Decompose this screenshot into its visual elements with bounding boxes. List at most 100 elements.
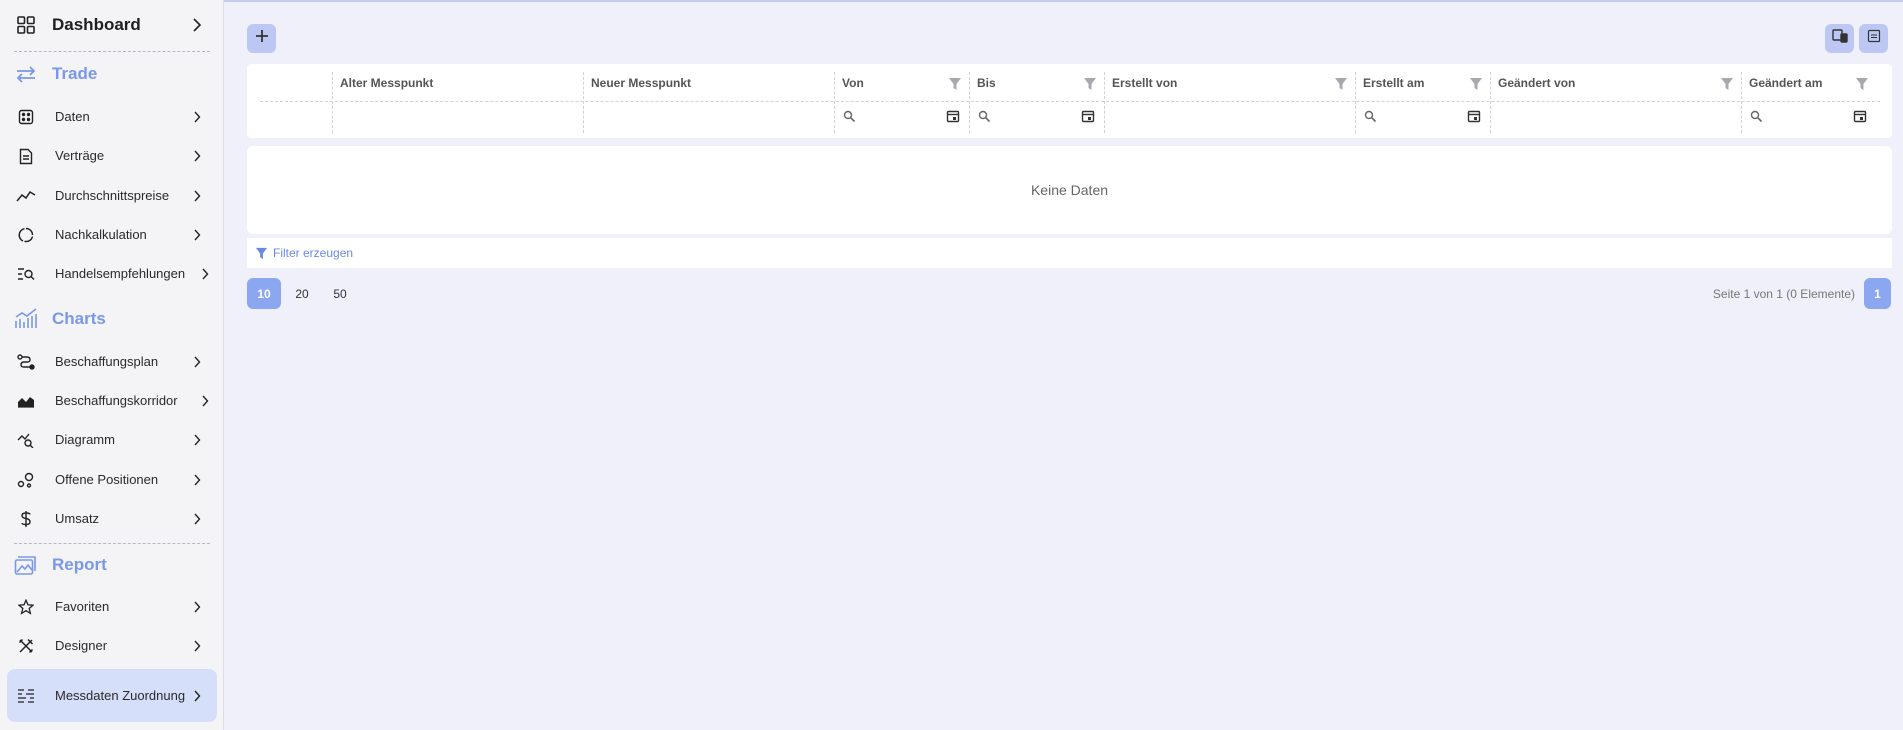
export-button[interactable]: [1825, 24, 1854, 53]
sidebar-item-umsatz[interactable]: Umsatz: [7, 507, 217, 531]
data-grid-icon: [14, 105, 38, 129]
chevron-right-icon: [189, 227, 205, 243]
filter-builder-bar[interactable]: Filter erzeugen: [247, 238, 1892, 268]
sidebar-item-label: Verträge: [55, 148, 105, 163]
sidebar-item-vertraege[interactable]: Verträge: [7, 144, 217, 168]
chevron-right-icon: [189, 688, 205, 704]
data-grid-header: Alter Messpunkt Neuer Messpunkt Von Bis …: [247, 64, 1892, 138]
funnel-icon[interactable]: [1334, 77, 1348, 91]
search-icon[interactable]: [1364, 110, 1377, 123]
page-1-button[interactable]: 1: [1864, 278, 1891, 309]
arrows-exchange-icon: [14, 62, 38, 86]
sidebar-item-handelsempfehlungen[interactable]: Handelsempfehlungen: [7, 262, 217, 286]
column-header-label: Geändert am: [1749, 75, 1823, 90]
column-header-label: Geändert von: [1498, 75, 1576, 90]
sidebar-item-diagramm[interactable]: Diagramm: [7, 428, 217, 452]
page-size-10[interactable]: 10: [247, 278, 281, 309]
page-size-label: 10: [257, 286, 271, 301]
chevron-right-icon: [197, 266, 213, 282]
column-header-label: Erstellt von: [1112, 75, 1178, 90]
page-size-50[interactable]: 50: [324, 278, 356, 309]
funnel-icon[interactable]: [948, 77, 962, 91]
star-icon: [14, 595, 38, 619]
column-header-label: Alter Messpunkt: [340, 75, 434, 90]
chevron-right-icon: [189, 109, 205, 125]
sidebar-item-dashboard[interactable]: Dashboard: [7, 12, 217, 38]
page-size-20[interactable]: 20: [286, 278, 318, 309]
sidebar-item-beschaffungskorridor[interactable]: Beschaffungskorridor: [7, 389, 217, 413]
search-icon[interactable]: [1750, 110, 1763, 123]
calendar-icon[interactable]: [1467, 109, 1481, 123]
sidebar-item-label: Umsatz: [55, 511, 100, 526]
column-header-alter-messpunkt[interactable]: Alter Messpunkt: [333, 64, 583, 101]
sidebar-item-daten[interactable]: Daten: [7, 105, 217, 129]
funnel-icon[interactable]: [1469, 77, 1483, 91]
column-header-label: Von: [842, 75, 864, 90]
chevron-right-icon: [189, 511, 205, 527]
page-size-label: 20: [295, 286, 309, 301]
calendar-icon[interactable]: [946, 109, 960, 123]
column-header-erstellt-von[interactable]: Erstellt von: [1105, 64, 1355, 101]
sidebar-section-report[interactable]: Report: [7, 551, 217, 579]
chevron-right-icon: [189, 432, 205, 448]
add-button[interactable]: [247, 24, 276, 53]
sidebar-item-label: Daten: [55, 109, 90, 124]
column-header-neuer-messpunkt[interactable]: Neuer Messpunkt: [584, 64, 834, 101]
area-chart-icon: [14, 389, 38, 413]
sidebar-item-designer[interactable]: Designer: [7, 634, 217, 658]
chevron-right-icon: [189, 17, 205, 33]
pdf-button[interactable]: [1859, 24, 1888, 53]
empty-grid-body: Keine Daten: [247, 146, 1892, 234]
export-devices-icon: [1831, 29, 1848, 48]
calendar-icon[interactable]: [1081, 109, 1095, 123]
sidebar-divider: [14, 543, 210, 544]
sidebar-item-label: Handelsempfehlungen: [55, 266, 186, 281]
circles-icon: [14, 468, 38, 492]
sidebar-item-label: Beschaffungsplan: [55, 354, 159, 369]
page-size-label: 50: [333, 286, 347, 301]
dollar-icon: [14, 507, 38, 531]
sidebar-item-durchschnittspreise[interactable]: Durchschnittspreise: [7, 184, 217, 208]
sidebar-item-offene-positionen[interactable]: Offene Positionen: [7, 468, 217, 492]
sidebar-item-label: Offene Positionen: [55, 472, 159, 487]
tools-icon: [14, 634, 38, 658]
search-icon[interactable]: [978, 110, 991, 123]
circle-arcs-icon: [14, 223, 38, 247]
column-header-label: Bis: [977, 75, 996, 90]
chevron-right-icon: [189, 354, 205, 370]
sidebar-section-label: Trade: [52, 64, 98, 83]
sidebar-item-favoriten[interactable]: Favoriten: [7, 595, 217, 619]
sidebar-section-charts[interactable]: Charts: [7, 305, 217, 333]
sidebar-item-nachkalkulation[interactable]: Nachkalkulation: [7, 223, 217, 247]
chevron-right-icon: [189, 599, 205, 615]
create-filter-link[interactable]: Filter erzeugen: [273, 246, 353, 260]
funnel-icon: [255, 247, 268, 259]
funnel-icon[interactable]: [1855, 77, 1869, 91]
page-info: Seite 1 von 1 (0 Elemente): [1712, 286, 1855, 301]
sidebar-item-label: Beschaffungskorridor: [55, 393, 178, 408]
calendar-icon[interactable]: [1853, 109, 1867, 123]
grid-icon: [14, 13, 38, 37]
sidebar-item-beschaffungsplan[interactable]: Beschaffungsplan: [7, 350, 217, 374]
chevron-right-icon: [189, 472, 205, 488]
chevron-right-icon: [189, 188, 205, 204]
sidebar-divider: [14, 51, 210, 52]
header-filter-divider: [260, 101, 1880, 102]
column-header-label: Neuer Messpunkt: [591, 75, 692, 90]
funnel-icon[interactable]: [1083, 77, 1097, 91]
mapping-lines-icon: [14, 684, 38, 708]
sidebar-item-label: Designer: [55, 638, 108, 653]
search-icon[interactable]: [843, 110, 856, 123]
sidebar-section-trade[interactable]: Trade: [7, 61, 217, 87]
chart-search-icon: [14, 428, 38, 452]
funnel-icon[interactable]: [1720, 77, 1734, 91]
sidebar-item-label: Nachkalkulation: [55, 227, 147, 242]
document-icon: [14, 144, 38, 168]
sidebar-item-label: Diagramm: [55, 432, 115, 447]
column-header-geaendert-von[interactable]: Geändert von: [1491, 64, 1741, 101]
chart-trend-icon: [14, 307, 38, 331]
page-number-label: 1: [1874, 286, 1881, 301]
chevron-right-icon: [189, 148, 205, 164]
sidebar-item-label: Favoriten: [55, 599, 110, 614]
sidebar-item-messdaten-zuordnung[interactable]: Messdaten Zuordnung: [7, 669, 217, 722]
